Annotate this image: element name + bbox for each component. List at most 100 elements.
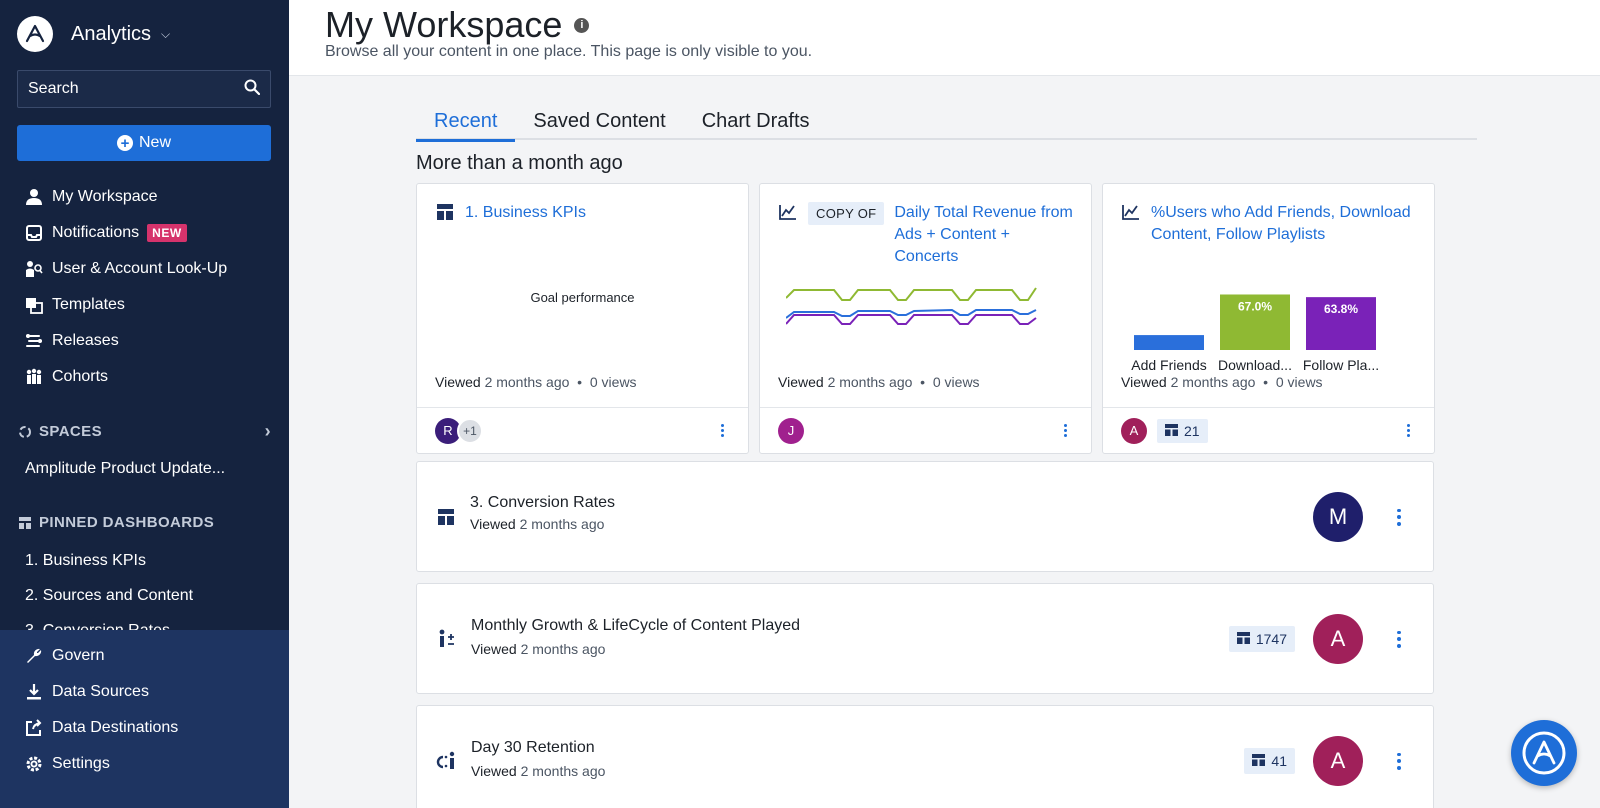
tab-recent[interactable]: Recent	[416, 102, 516, 142]
nav-item-label: Notifications	[52, 224, 140, 241]
card-footer: R +1	[417, 407, 748, 453]
dashboard-count: 21	[1184, 422, 1200, 439]
content-card[interactable]: %Users who Add Friends, Download Content…	[1102, 183, 1435, 454]
nav-item-data-sources[interactable]: Data Sources	[0, 674, 289, 710]
nav-item-user-lookup[interactable]: User & Account Look-Up	[0, 251, 289, 287]
nav-item-label: User & Account Look-Up	[52, 260, 228, 277]
line-chart-preview	[786, 287, 1037, 325]
list-item[interactable]: Day 30 Retention Viewed 2 months ago 41 …	[416, 705, 1434, 808]
nav-item-settings[interactable]: Settings	[0, 746, 289, 782]
nav-item-label: Releases	[52, 332, 119, 349]
org-name: Analytics	[71, 22, 152, 45]
card-title[interactable]: %Users who Add Friends, Download Content…	[1151, 202, 1416, 246]
nav-item-data-destinations[interactable]: Data Destinations	[0, 710, 289, 746]
new-badge: NEW	[147, 224, 187, 242]
more-options-icon[interactable]	[714, 421, 730, 441]
download-icon	[24, 682, 44, 702]
more-options-icon[interactable]	[1391, 751, 1407, 771]
dashboard-icon	[1165, 423, 1178, 439]
more-options-icon[interactable]	[1057, 421, 1073, 441]
pinned-dashboard-link[interactable]: 3. Conversion Rates	[25, 622, 170, 630]
nav-item-templates[interactable]: Templates	[0, 287, 289, 323]
space-link[interactable]: Amplitude Product Update...	[25, 460, 225, 478]
org-switcher[interactable]: Analytics ⌵	[17, 16, 170, 52]
content-card[interactable]: 1. Business KPIs Goal performance Viewed…	[416, 183, 749, 454]
list-item[interactable]: Monthly Growth & LifeCycle of Content Pl…	[416, 583, 1434, 694]
card-header: COPY OF Daily Total Revenue from Ads + C…	[778, 202, 1073, 268]
row-title[interactable]: 3. Conversion Rates	[470, 494, 615, 512]
more-options-icon[interactable]	[1391, 507, 1407, 527]
nav-item-label: Cohorts	[52, 368, 109, 385]
page-subtitle: Browse all your content in one place. Th…	[325, 43, 813, 60]
avatar[interactable]: A	[1313, 736, 1363, 786]
help-assistant-button[interactable]	[1511, 720, 1577, 786]
nav-item-releases[interactable]: Releases	[0, 323, 289, 359]
row-meta: Viewed 2 months ago	[471, 641, 605, 657]
avatar[interactable]: A	[1121, 417, 1147, 444]
meta-separator: •	[573, 374, 586, 390]
view-count: 0 views	[932, 374, 980, 390]
amplitude-logo	[17, 16, 53, 52]
spaces-title: SPACES	[39, 423, 102, 440]
viewed-time: 2 months ago	[1170, 374, 1256, 390]
nav-item-label: Settings	[52, 755, 110, 772]
line-chart-icon	[778, 202, 798, 222]
page-title-text: My Workspace	[325, 4, 563, 45]
dashboard-count: 41	[1271, 753, 1287, 769]
avatar[interactable]: M	[1313, 492, 1363, 542]
main-nav: My Workspace Notifications NEW User & Ac…	[0, 179, 289, 395]
card-meta: Viewed 2 months ago • 0 views	[1121, 374, 1323, 390]
releases-icon	[24, 331, 44, 351]
card-title[interactable]: Daily Total Revenue from Ads + Content +…	[894, 202, 1073, 268]
spaces-header[interactable]: SPACES ›	[17, 421, 271, 442]
content-card[interactable]: COPY OF Daily Total Revenue from Ads + C…	[759, 183, 1092, 454]
cohorts-icon	[24, 367, 44, 387]
new-button[interactable]: + New	[17, 125, 271, 161]
viewed-time: 2 months ago	[520, 763, 606, 779]
card-header: 1. Business KPIs	[435, 202, 730, 224]
search-input[interactable]: Search	[17, 70, 271, 108]
info-icon[interactable]: i	[574, 17, 590, 33]
more-options-icon[interactable]	[1391, 629, 1407, 649]
pinned-dashboard-link[interactable]: 2. Sources and Content	[25, 587, 193, 605]
nav-item-label: My Workspace	[52, 188, 158, 205]
nav-item-notifications[interactable]: Notifications NEW	[0, 215, 289, 251]
view-count: 0 views	[589, 374, 637, 390]
card-footer: J	[760, 407, 1091, 453]
list-item[interactable]: 3. Conversion Rates Viewed 2 months ago …	[416, 461, 1434, 572]
viewed-label: Viewed	[435, 374, 481, 390]
spaces-icon	[17, 425, 33, 439]
goal-performance-preview: Goal performance	[530, 290, 635, 305]
more-options-icon[interactable]	[1400, 421, 1416, 441]
plus-icon: +	[116, 135, 133, 151]
nav-item-cohorts[interactable]: Cohorts	[0, 359, 289, 395]
bar-chart-preview: Add Friends 67.0% Download... 63.8% Follow P…	[1131, 294, 1379, 373]
nav-item-govern[interactable]: Govern	[0, 638, 289, 674]
more-owners-avatar[interactable]: +1	[457, 417, 483, 444]
card-title[interactable]: 1. Business KPIs	[465, 202, 586, 224]
pinned-dashboard-link[interactable]: 1. Business KPIs	[25, 552, 146, 570]
sidebar-top: Analytics ⌵ Search + New My Workspace No…	[0, 0, 289, 630]
row-title[interactable]: Monthly Growth & LifeCycle of Content Pl…	[471, 617, 800, 635]
nav-item-my-workspace[interactable]: My Workspace	[0, 179, 289, 215]
viewed-label: Viewed	[1121, 374, 1167, 390]
row-meta: Viewed 2 months ago	[471, 763, 605, 779]
dashboard-count-badge: 21	[1157, 418, 1208, 443]
card-meta: Viewed 2 months ago • 0 views	[435, 374, 637, 390]
new-button-label: New	[138, 134, 171, 151]
retention-icon	[435, 750, 457, 772]
inbox-icon	[24, 223, 44, 243]
view-count: 0 views	[1275, 374, 1323, 390]
avatar[interactable]: A	[1313, 614, 1363, 664]
search-icon	[244, 79, 261, 100]
tab-chart-drafts[interactable]: Chart Drafts	[684, 102, 828, 140]
chevron-right-icon[interactable]: ›	[265, 421, 271, 442]
row-title[interactable]: Day 30 Retention	[471, 739, 595, 757]
chevron-down-icon: ⌵	[161, 26, 171, 41]
viewed-time: 2 months ago	[484, 374, 570, 390]
viewed-time: 2 months ago	[827, 374, 913, 390]
avatar[interactable]: J	[778, 417, 804, 444]
bar-category-label: Follow Pla...	[1303, 357, 1379, 373]
tab-saved-content[interactable]: Saved Content	[515, 102, 683, 140]
sidebar-bottom: Govern Data Sources Data Destinations Se…	[0, 630, 289, 808]
